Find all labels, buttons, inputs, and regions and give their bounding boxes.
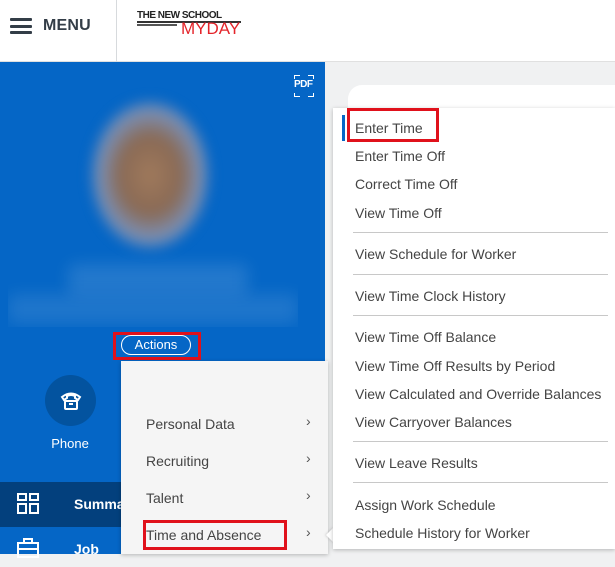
nav-job-label: Job <box>74 541 99 557</box>
menu-item-label: Recruiting <box>146 453 210 469</box>
separator <box>353 441 608 442</box>
separator <box>353 232 608 233</box>
chevron-right-icon: › <box>306 487 311 503</box>
briefcase-icon <box>17 538 39 558</box>
submenu-item-enter-time-off[interactable]: Enter Time Off <box>355 148 445 164</box>
chevron-right-icon: › <box>306 450 311 466</box>
submenu-item-assign-work-schedule[interactable]: Assign Work Schedule <box>355 497 496 513</box>
worker-name-blurred <box>68 264 248 294</box>
submenu-item-view-time-clock-history[interactable]: View Time Clock History <box>355 288 506 304</box>
submenu-item-correct-time-off[interactable]: Correct Time Off <box>355 176 457 192</box>
separator <box>353 274 608 275</box>
submenu-item-schedule-history-for-worker[interactable]: Schedule History for Worker <box>355 525 530 541</box>
menu-button[interactable]: MENU <box>10 14 91 38</box>
logo[interactable]: THE NEW SCHOOL MYDAY <box>137 11 242 37</box>
active-indicator <box>342 115 345 141</box>
top-bar: MENU THE NEW SCHOOL MYDAY <box>0 0 615 62</box>
submenu-item-view-carryover-balances[interactable]: View Carryover Balances <box>355 414 512 430</box>
avatar <box>8 82 298 327</box>
menu-item-talent[interactable]: Talent › <box>146 487 326 506</box>
menu-item-label: Talent <box>146 490 184 506</box>
logo-bottom-text: MYDAY <box>181 19 241 38</box>
submenu-item-view-time-off-balance[interactable]: View Time Off Balance <box>355 329 496 345</box>
chevron-right-icon: › <box>306 413 311 429</box>
separator <box>353 482 608 483</box>
menu-label: MENU <box>43 17 91 34</box>
phone-button[interactable] <box>45 375 96 426</box>
submenu-item-view-leave-results[interactable]: View Leave Results <box>355 455 478 471</box>
submenu-item-view-calculated-and-override-balances[interactable]: View Calculated and Override Balances <box>355 386 601 402</box>
chevron-right-icon: › <box>306 524 311 540</box>
dashboard-icon <box>17 493 39 514</box>
divider <box>116 0 117 62</box>
phone-icon <box>60 392 81 410</box>
menu-item-time-and-absence[interactable]: Time and Absence › <box>146 524 326 543</box>
submenu-item-view-time-off-results-by-period[interactable]: View Time Off Results by Period <box>355 358 555 374</box>
submenu-item-view-schedule-for-worker[interactable]: View Schedule for Worker <box>355 246 516 262</box>
time-and-absence-submenu: Enter Time Enter Time Off Correct Time O… <box>333 108 615 549</box>
phone-label: Phone <box>51 436 89 451</box>
worker-title-blurred <box>8 294 298 324</box>
menu-item-personal-data[interactable]: Personal Data › <box>146 413 326 432</box>
actions-button[interactable]: Actions <box>121 335 191 355</box>
hamburger-icon <box>10 18 32 34</box>
separator <box>353 315 608 316</box>
submenu-item-enter-time[interactable]: Enter Time <box>355 120 423 136</box>
menu-item-label: Personal Data <box>146 416 235 432</box>
actions-menu: Personal Data › Recruiting › Talent › Ti… <box>121 361 328 554</box>
submenu-item-view-time-off[interactable]: View Time Off <box>355 205 442 221</box>
menu-item-recruiting[interactable]: Recruiting › <box>146 450 326 469</box>
menu-item-label: Time and Absence <box>146 527 262 543</box>
